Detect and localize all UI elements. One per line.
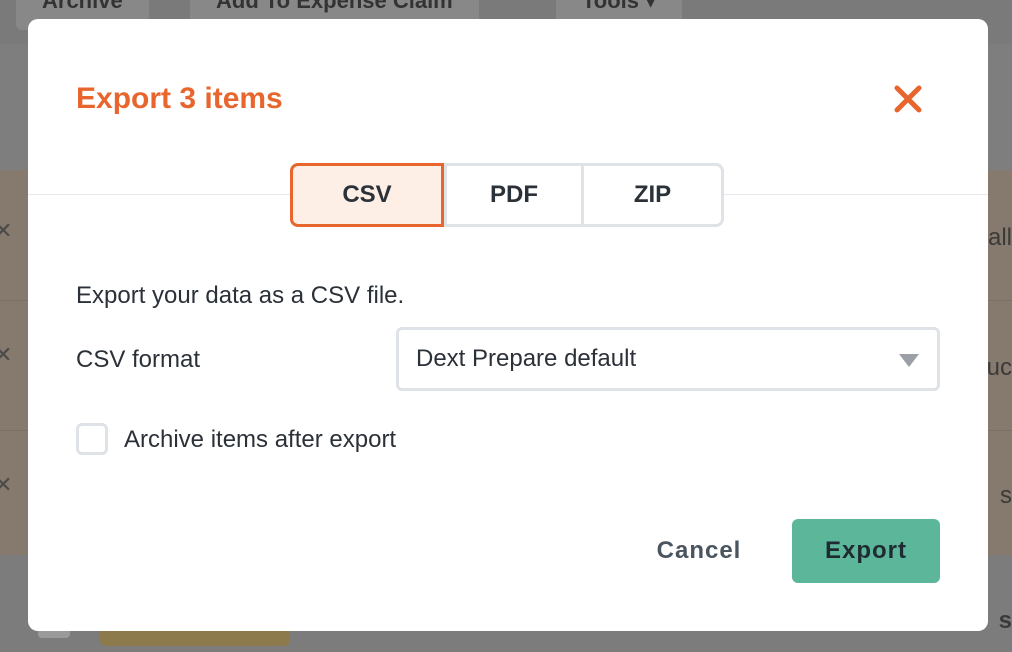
archive-after-export-label[interactable]: Archive items after export bbox=[124, 425, 396, 455]
cancel-button[interactable]: Cancel bbox=[646, 519, 752, 583]
export-button[interactable]: Export bbox=[792, 519, 940, 583]
close-icon[interactable] bbox=[890, 81, 926, 117]
tab-pdf[interactable]: PDF bbox=[444, 166, 581, 224]
export-dialog: Export 3 items CSV PDF ZIP Export your d… bbox=[28, 19, 988, 631]
export-description: Export your data as a CSV file. bbox=[76, 282, 405, 309]
list-item: s bbox=[998, 607, 1012, 634]
archive-after-export-checkbox[interactable] bbox=[76, 423, 108, 455]
csv-format-value: Dext Prepare default bbox=[416, 345, 637, 372]
dialog-title: Export 3 items bbox=[76, 82, 283, 115]
close-icon: ✕ bbox=[0, 342, 13, 367]
close-icon: ✕ bbox=[0, 472, 13, 497]
close-icon: ✕ bbox=[0, 218, 13, 243]
list-item: s bbox=[1000, 482, 1012, 509]
csv-format-select[interactable]: Dext Prepare default bbox=[396, 327, 940, 391]
list-item: uc bbox=[986, 354, 1012, 381]
export-format-tabs: CSV PDF ZIP bbox=[290, 163, 724, 227]
chevron-down-icon bbox=[899, 354, 919, 367]
list-item: all bbox=[987, 224, 1012, 251]
tab-csv[interactable]: CSV bbox=[290, 163, 444, 227]
tab-zip[interactable]: ZIP bbox=[581, 166, 721, 224]
csv-format-label: CSV format bbox=[76, 346, 201, 373]
